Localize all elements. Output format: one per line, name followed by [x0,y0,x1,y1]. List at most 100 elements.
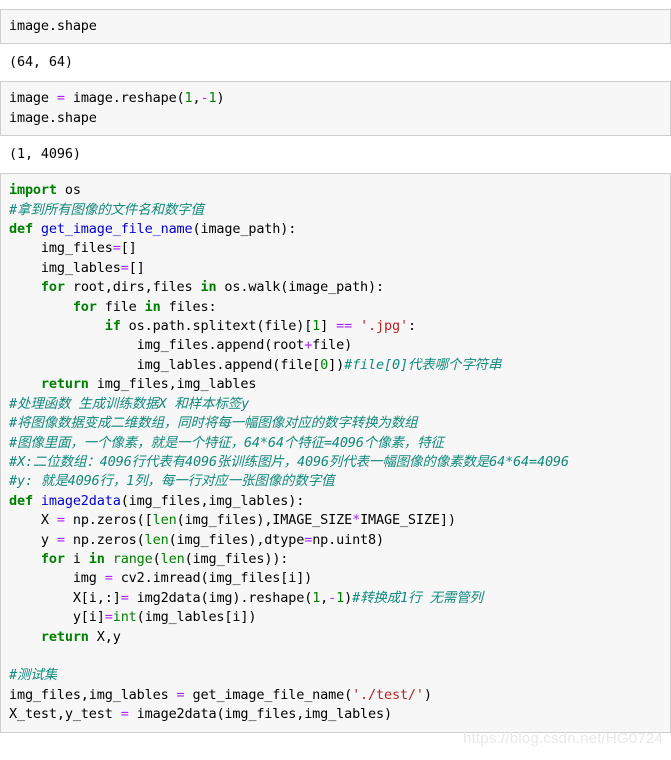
code-token: image2data(img_files,img_lables) [129,706,392,722]
code-token: #图像里面，一个像素，就是一个特征，64*64个特征=4096个像素，特征 [9,435,444,451]
code-token: def [9,221,33,237]
code-token: X[i,:] [9,590,121,606]
code-token: len [161,551,185,567]
code-token: in [200,279,216,295]
code-line: y = np.zeros(len(img_files),dtype=np.uin… [9,531,670,550]
code-token: '.jpg' [360,318,408,334]
code-token: y[i] [9,609,105,625]
code-token: np.zeros( [65,532,145,548]
code-token: range [113,551,153,567]
code-token: image2data [41,493,121,509]
code-token [9,376,41,392]
code-line: #拿到所有图像的文件名和数字值 [9,201,670,220]
code-token: def [9,493,33,509]
code-token: np.zeros([ [65,512,153,528]
code-token: = [304,532,312,548]
code-token [352,318,360,334]
code-token: #X:二位数组：4096行代表有4096张训练图片，4096列代表一幅图像的像素… [9,454,569,470]
code-line: X[i,:]= img2data(img).reshape(1,-1)#转换成1… [9,589,670,608]
code-token: ) [216,90,224,106]
code-token: [] [121,240,137,256]
code-token [9,551,41,567]
code-token: 1 [312,318,320,334]
code-line: img_files,img_lables = get_image_file_na… [9,686,670,705]
code-token: os.path.splitext(file)[ [121,318,312,334]
code-line: for file in files: [9,298,670,317]
code-token: = [121,590,129,606]
code-token: import [9,182,57,198]
code-line: img_files=[] [9,239,670,258]
code-token: = [121,706,129,722]
code-token: img_files.append(root [9,337,304,353]
code-line [9,647,670,666]
code-token [9,318,105,334]
code-token: (img_files,img_lables): [121,493,305,509]
code-line: img_files.append(root+file) [9,336,670,355]
code-token: = [57,512,65,528]
output-line: (1, 4096) [9,145,671,164]
code-token: [] [129,260,145,276]
code-line: img = cv2.imread(img_files[i]) [9,569,670,588]
code-token: len [145,532,169,548]
cell-input-2[interactable]: image = image.reshape(1,-1)image.shape [0,81,671,136]
code-token: ] [320,318,336,334]
code-line: for root,dirs,files in os.walk(image_pat… [9,278,670,297]
code-token: = [177,687,185,703]
code-token: ) [344,590,352,606]
code-token: for [41,551,65,567]
cell-input-1[interactable]: image.shape [0,9,671,44]
code-token: (img_files),dtype [169,532,305,548]
code-token [9,629,41,645]
code-token: X,y [89,629,121,645]
code-token: for [73,299,97,315]
code-token [33,221,41,237]
code-token [105,551,113,567]
code-line: return X,y [9,628,670,647]
code-token: img2data(img).reshape( [129,590,313,606]
code-token: 1 [312,590,320,606]
code-line: if os.path.splitext(file)[1] == '.jpg': [9,317,670,336]
code-token: return [41,376,89,392]
code-token: image.shape [9,110,97,126]
code-token: './test/' [352,687,424,703]
code-token: X_test,y_test [9,706,121,722]
code-token: * [352,512,360,528]
code-token: = [121,260,129,276]
jupyter-notebook: image.shape(64, 64)image = image.reshape… [0,9,671,733]
code-token: len [153,512,177,528]
code-line: img_lables=[] [9,259,670,278]
code-token: i [65,551,89,567]
code-line: def get_image_file_name(image_path): [9,220,670,239]
code-token: img_files,img_lables [89,376,257,392]
code-token: ]) [328,357,344,373]
code-token: #处理函数 生成训练数据X 和样本标签y [9,396,249,412]
code-token: 1 [185,90,193,106]
code-line: X_test,y_test = image2data(img_files,img… [9,705,670,724]
code-token: int [113,609,137,625]
cell-input-3[interactable]: import os #拿到所有图像的文件名和数字值def get_image_fi… [0,173,671,732]
code-token: in [145,299,161,315]
code-token: (64, 64) [9,54,73,70]
code-line: X = np.zeros([len(img_files),IMAGE_SIZE*… [9,511,670,530]
code-token: if [105,318,121,334]
code-token: for [41,279,65,295]
code-token: #y: 就是4096行，1列，每一行对应一张图像的数字值 [9,473,334,489]
code-token: file [97,299,145,315]
code-token: np.uint8) [312,532,384,548]
code-token: , [193,90,201,106]
code-token: img_files [9,240,113,256]
code-token: files: [161,299,217,315]
code-line: return img_files,img_lables [9,375,670,394]
output-line: (64, 64) [9,53,671,72]
code-token: IMAGE_SIZE]) [360,512,456,528]
code-token: in [89,551,105,567]
code-token [9,279,41,295]
code-token: os [57,182,81,198]
code-line: #测试集 [9,666,670,685]
code-line: for i in range(len(img_files)): [9,550,670,569]
code-token: file) [312,337,352,353]
code-line: #处理函数 生成训练数据X 和样本标签y [9,395,670,414]
code-token: ( [153,551,161,567]
code-line: #图像里面，一个像素，就是一个特征，64*64个特征=4096个像素，特征 [9,434,670,453]
code-token: img_lables.append(file[ [9,357,320,373]
